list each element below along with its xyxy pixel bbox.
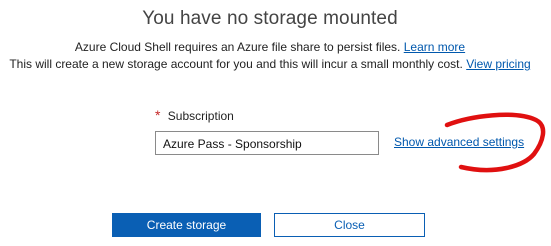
learn-more-link[interactable]: Learn more <box>404 40 465 54</box>
close-button[interactable]: Close <box>274 213 425 237</box>
dialog-title: You have no storage mounted <box>142 8 398 29</box>
create-storage-button[interactable]: Create storage <box>112 213 261 237</box>
required-marker: * <box>155 107 161 123</box>
description-line-1: Azure Cloud Shell requires an Azure file… <box>0 40 540 54</box>
subscription-label-text: Subscription <box>167 109 234 123</box>
subscription-label: * Subscription <box>155 107 234 123</box>
description-line-2: This will create a new storage account f… <box>0 57 540 71</box>
description-line-2-text: This will create a new storage account f… <box>9 57 463 71</box>
description-line-1-text: Azure Cloud Shell requires an Azure file… <box>74 40 401 54</box>
subscription-select[interactable]: Azure Pass - Sponsorship <box>155 131 379 155</box>
view-pricing-link[interactable]: View pricing <box>466 57 530 71</box>
cloud-shell-storage-dialog: You have no storage mounted Azure Cloud … <box>0 0 551 246</box>
red-circle-annotation <box>444 112 546 173</box>
